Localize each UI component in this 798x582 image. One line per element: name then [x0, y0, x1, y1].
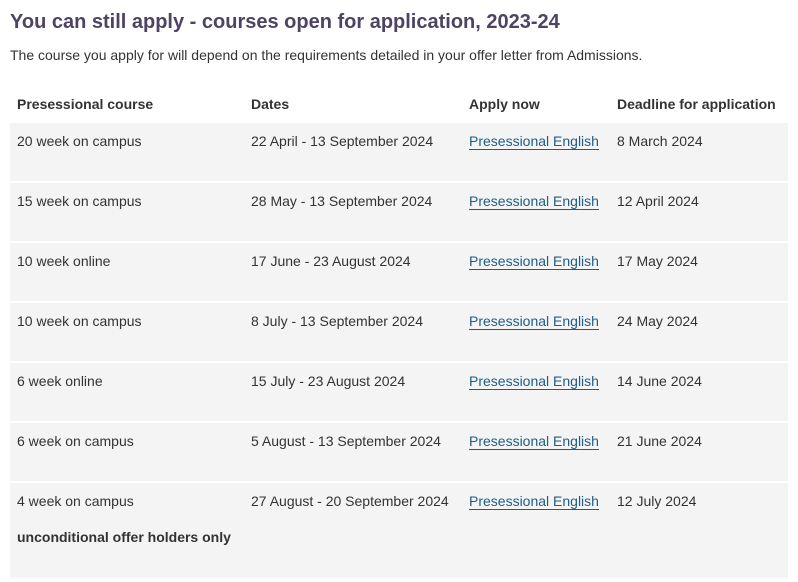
apply-link[interactable]: Presessional English	[469, 493, 599, 510]
course-cell: 15 week on campus	[10, 182, 244, 243]
course-cell: 10 week on campus	[10, 302, 244, 363]
course-name: 4 week on campus	[17, 493, 134, 509]
apply-link[interactable]: Presessional English	[469, 373, 599, 390]
courses-table: Presessional course Dates Apply now Dead…	[10, 86, 788, 580]
dates-cell: 27 August - 20 September 2024	[244, 482, 462, 580]
deadline-cell: 8 March 2024	[610, 123, 788, 183]
header-apply: Apply now	[469, 96, 540, 112]
course-cell: 20 week on campus	[10, 123, 244, 183]
apply-cell: Presessional English	[462, 482, 610, 580]
apply-link[interactable]: Presessional English	[469, 193, 599, 210]
apply-cell: Presessional English	[462, 422, 610, 483]
dates-cell: 28 May - 13 September 2024	[244, 182, 462, 243]
table-row: 15 week on campus 28 May - 13 September …	[10, 182, 788, 243]
table-header-row: Presessional course Dates Apply now Dead…	[10, 86, 788, 123]
apply-cell: Presessional English	[462, 362, 610, 423]
table-row: 10 week online 17 June - 23 August 2024 …	[10, 242, 788, 303]
deadline-cell: 24 May 2024	[610, 302, 788, 363]
dates-cell: 17 June - 23 August 2024	[244, 242, 462, 303]
apply-link[interactable]: Presessional English	[469, 253, 599, 270]
course-cell: 10 week online	[10, 242, 244, 303]
dates-cell: 15 July - 23 August 2024	[244, 362, 462, 423]
apply-cell: Presessional English	[462, 242, 610, 303]
deadline-cell: 12 July 2024	[610, 482, 788, 580]
dates-cell: 8 July - 13 September 2024	[244, 302, 462, 363]
header-course: Presessional course	[17, 96, 154, 112]
table-row: 4 week on campus unconditional offer hol…	[10, 482, 788, 580]
table-row: 6 week on campus 5 August - 13 September…	[10, 422, 788, 483]
apply-cell: Presessional English	[462, 123, 610, 183]
apply-link[interactable]: Presessional English	[469, 313, 599, 330]
header-dates: Dates	[251, 96, 290, 112]
deadline-cell: 12 April 2024	[610, 182, 788, 243]
content-area: You can still apply - courses open for a…	[0, 0, 798, 580]
intro-text: The course you apply for will depend on …	[10, 47, 643, 63]
deadline-cell: 17 May 2024	[610, 242, 788, 303]
header-deadline: Deadline for application	[617, 96, 776, 112]
apply-link[interactable]: Presessional English	[469, 133, 599, 150]
apply-cell: Presessional English	[462, 182, 610, 243]
table-row: 6 week online 15 July - 23 August 2024 P…	[10, 362, 788, 423]
course-cell: 4 week on campus unconditional offer hol…	[10, 482, 244, 580]
deadline-cell: 14 June 2024	[610, 362, 788, 423]
dates-cell: 5 August - 13 September 2024	[244, 422, 462, 483]
page-title: You can still apply - courses open for a…	[10, 11, 560, 33]
dates-cell: 22 April - 13 September 2024	[244, 123, 462, 183]
apply-link[interactable]: Presessional English	[469, 433, 599, 450]
table-row: 10 week on campus 8 July - 13 September …	[10, 302, 788, 363]
course-cell: 6 week online	[10, 362, 244, 423]
course-cell: 6 week on campus	[10, 422, 244, 483]
deadline-cell: 21 June 2024	[610, 422, 788, 483]
apply-cell: Presessional English	[462, 302, 610, 363]
table-row: 20 week on campus 22 April - 13 Septembe…	[10, 123, 788, 183]
course-note: unconditional offer holders only	[17, 529, 231, 545]
